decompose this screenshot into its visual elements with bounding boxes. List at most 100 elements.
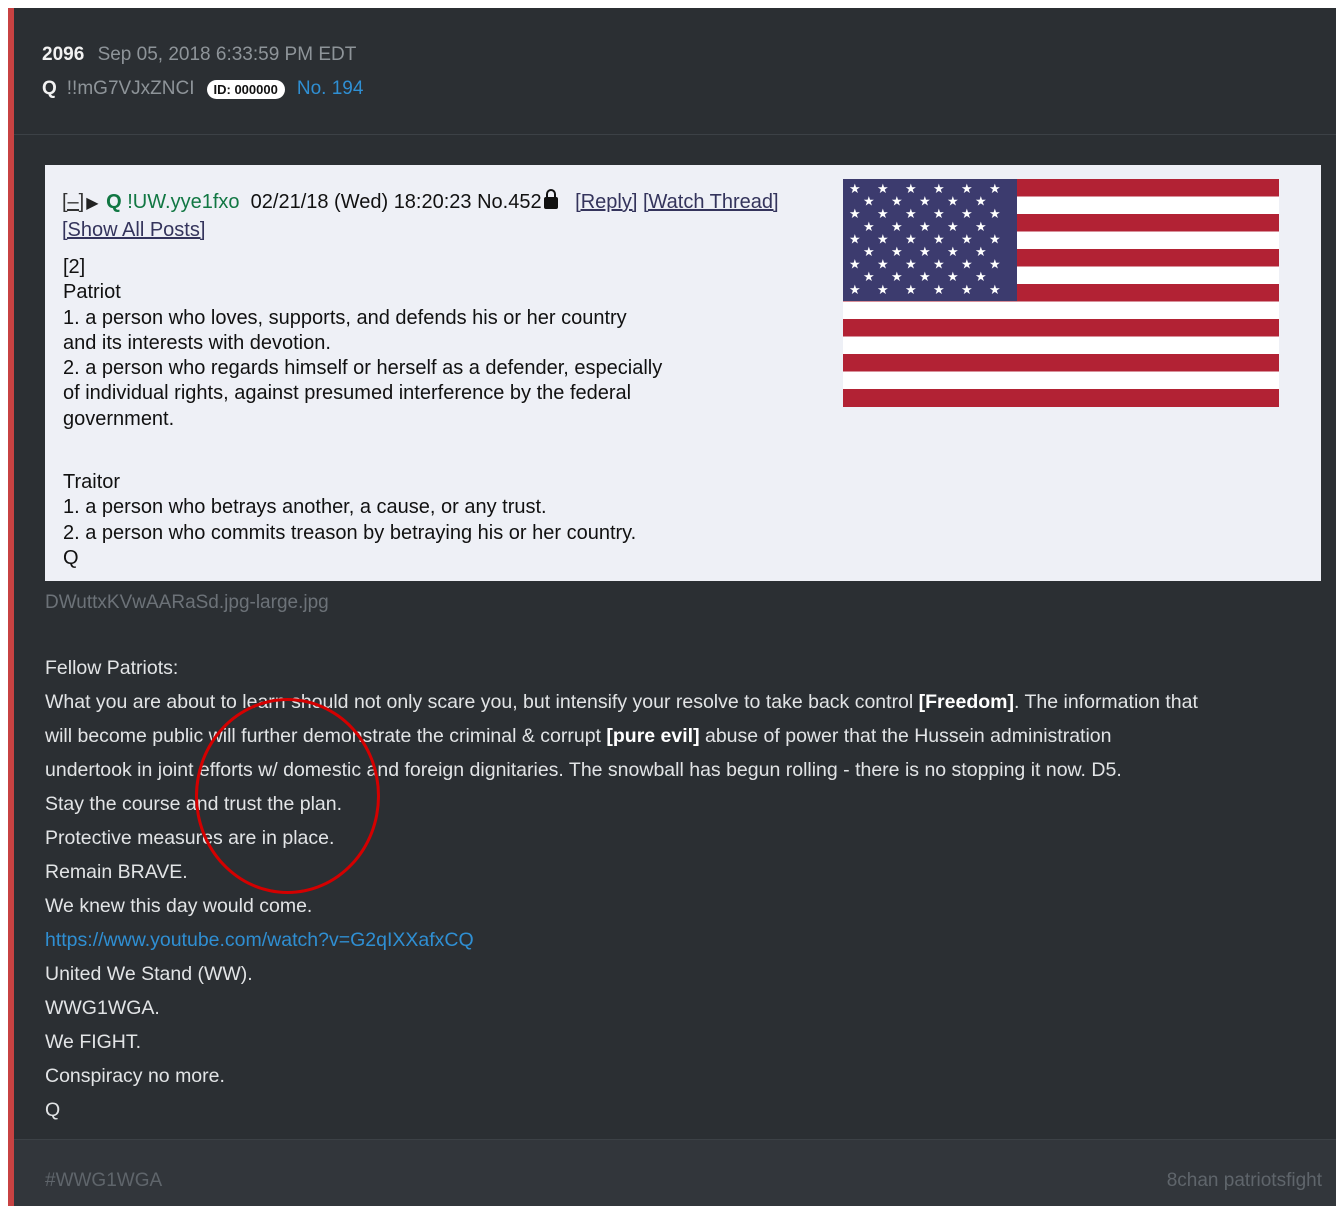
svg-text:★: ★ [919, 195, 931, 210]
svg-text:★: ★ [849, 232, 861, 247]
id-badge: ID: 000000 [206, 79, 285, 99]
svg-text:★: ★ [919, 245, 931, 260]
collapse-toggle[interactable]: [–] [62, 191, 84, 213]
embedded-line: and its interests with devotion. [63, 331, 331, 354]
reply-link[interactable]: [Reply] [575, 191, 637, 213]
svg-text:★: ★ [877, 258, 889, 273]
post-number: 2096 [42, 44, 85, 65]
svg-text:★: ★ [919, 220, 931, 235]
svg-text:★: ★ [891, 245, 903, 260]
post-header: 2096 Sep 05, 2018 6:33:59 PM EDT Q !!mG7… [14, 8, 1336, 135]
svg-text:★: ★ [933, 258, 945, 273]
svg-text:★: ★ [919, 270, 931, 285]
body-line: WWG1WGA. [45, 997, 160, 1019]
post-footer: #WWG1WGA 8chan patriotsfight [14, 1139, 1336, 1206]
embedded-line: [2] [63, 256, 86, 278]
embedded-post-header: [–] ▶ Q !UW.yye1fxo 02/21/18 (Wed) 18:20:… [62, 189, 802, 243]
svg-text:★: ★ [975, 220, 987, 235]
svg-text:★: ★ [863, 195, 875, 210]
embedded-line: 1. a person who betrays another, a cause… [63, 496, 547, 519]
svg-text:★: ★ [863, 270, 875, 285]
triangle-icon: ▶ [86, 195, 99, 212]
svg-text:★: ★ [905, 207, 917, 222]
body-line: We knew this day would come. [45, 895, 313, 917]
embedded-line: Patriot [63, 281, 121, 304]
svg-text:★: ★ [961, 182, 973, 197]
svg-text:★: ★ [947, 220, 959, 235]
image-filename[interactable]: DWuttxKVwAARaSd.jpg-large.jpg [45, 592, 329, 614]
svg-text:★: ★ [975, 245, 987, 260]
svg-text:★: ★ [905, 258, 917, 273]
svg-text:★: ★ [891, 220, 903, 235]
embedded-line: 2. a person who commits treason by betra… [63, 521, 637, 544]
embedded-line: Traitor [63, 471, 121, 494]
svg-text:★: ★ [933, 182, 945, 197]
annotation-circle [195, 698, 380, 894]
post-meta-line: 2096 Sep 05, 2018 6:33:59 PM EDT [42, 44, 356, 66]
svg-text:★: ★ [905, 283, 917, 298]
hashtag[interactable]: #WWG1WGA [45, 1170, 162, 1192]
embedded-datetime: 02/21/18 (Wed) 18:20:23 [250, 191, 472, 213]
svg-text:★: ★ [877, 232, 889, 247]
embedded-line: 2. a person who regards himself or herse… [63, 357, 663, 380]
svg-text:★: ★ [863, 245, 875, 260]
embedded-line: Q [63, 546, 79, 569]
svg-text:★: ★ [905, 182, 917, 197]
svg-text:★: ★ [933, 207, 945, 222]
svg-text:★: ★ [961, 207, 973, 222]
bold-pure-evil: [pure evil] [606, 725, 700, 747]
svg-text:★: ★ [933, 283, 945, 298]
svg-text:★: ★ [877, 182, 889, 197]
greeting-line: Fellow Patriots: [45, 657, 179, 679]
svg-text:★: ★ [849, 258, 861, 273]
svg-text:★: ★ [975, 195, 987, 210]
embedded-line [63, 432, 763, 470]
svg-text:★: ★ [989, 258, 1001, 273]
watch-thread-link[interactable]: [Watch Thread] [643, 191, 779, 213]
body-line: United We Stand (WW). [45, 963, 253, 985]
signature-line: Q [45, 1099, 61, 1121]
embedded-line: government. [63, 407, 175, 430]
author-name: Q [42, 78, 57, 99]
youtube-link[interactable]: https://www.youtube.com/watch?v=G2qIXXaf… [45, 929, 474, 951]
embedded-screenshot[interactable]: [–] ▶ Q !UW.yye1fxo 02/21/18 (Wed) 18:20:… [45, 165, 1321, 581]
svg-text:★: ★ [849, 283, 861, 298]
post-date: Sep 05, 2018 6:33:59 PM EDT [97, 44, 357, 65]
svg-text:★: ★ [863, 220, 875, 235]
svg-text:★: ★ [947, 245, 959, 260]
youtube-link-line: https://www.youtube.com/watch?v=G2qIXXaf… [45, 923, 1316, 957]
embedded-author-name: Q [106, 191, 122, 213]
embedded-post-body: [2] Patriot 1. a person who loves, suppo… [63, 255, 763, 571]
svg-text:★: ★ [849, 207, 861, 222]
svg-text:★: ★ [961, 258, 973, 273]
svg-text:★: ★ [905, 232, 917, 247]
svg-text:★: ★ [877, 207, 889, 222]
svg-text:★: ★ [989, 283, 1001, 298]
lock-icon [543, 189, 558, 209]
body-line: We FIGHT. [45, 1031, 142, 1053]
embedded-post-no: No.452 [477, 191, 542, 213]
author-tripcode: !!mG7VJxZNCI [66, 78, 195, 99]
post-author-line: Q !!mG7VJxZNCI ID: 000000 No. 194 [42, 78, 363, 100]
svg-text:★: ★ [947, 195, 959, 210]
svg-text:★: ★ [989, 182, 1001, 197]
post-no-link[interactable]: No. 194 [297, 78, 364, 100]
svg-text:★: ★ [849, 182, 861, 197]
svg-text:★: ★ [947, 270, 959, 285]
show-all-posts-link[interactable]: [Show All Posts] [62, 219, 205, 241]
svg-text:★: ★ [877, 283, 889, 298]
svg-text:★: ★ [989, 232, 1001, 247]
embedded-tripcode: !UW.yye1fxo [127, 191, 240, 213]
body-line: Conspiracy no more. [45, 1065, 225, 1087]
source-label[interactable]: 8chan patriotsfight [1167, 1170, 1322, 1192]
us-flag-image: ★ ★ ★ ★ ★ ★★ ★ ★ ★ ★★ ★ ★ ★ ★ ★★ ★ ★ ★ ★★ ★ ★ ★ ★ ★★ ★ ★ ★ ★★ ★ ★ ★ ★ ★★… [843, 179, 1279, 407]
svg-text:★: ★ [961, 283, 973, 298]
svg-text:★: ★ [933, 232, 945, 247]
svg-text:★: ★ [961, 232, 973, 247]
svg-text:★: ★ [891, 270, 903, 285]
embedded-line: of individual rights, against presumed i… [63, 382, 632, 405]
svg-text:★: ★ [891, 195, 903, 210]
embedded-line: 1. a person who loves, supports, and def… [63, 306, 627, 329]
bold-freedom: [Freedom] [918, 691, 1014, 713]
svg-text:★: ★ [989, 207, 1001, 222]
